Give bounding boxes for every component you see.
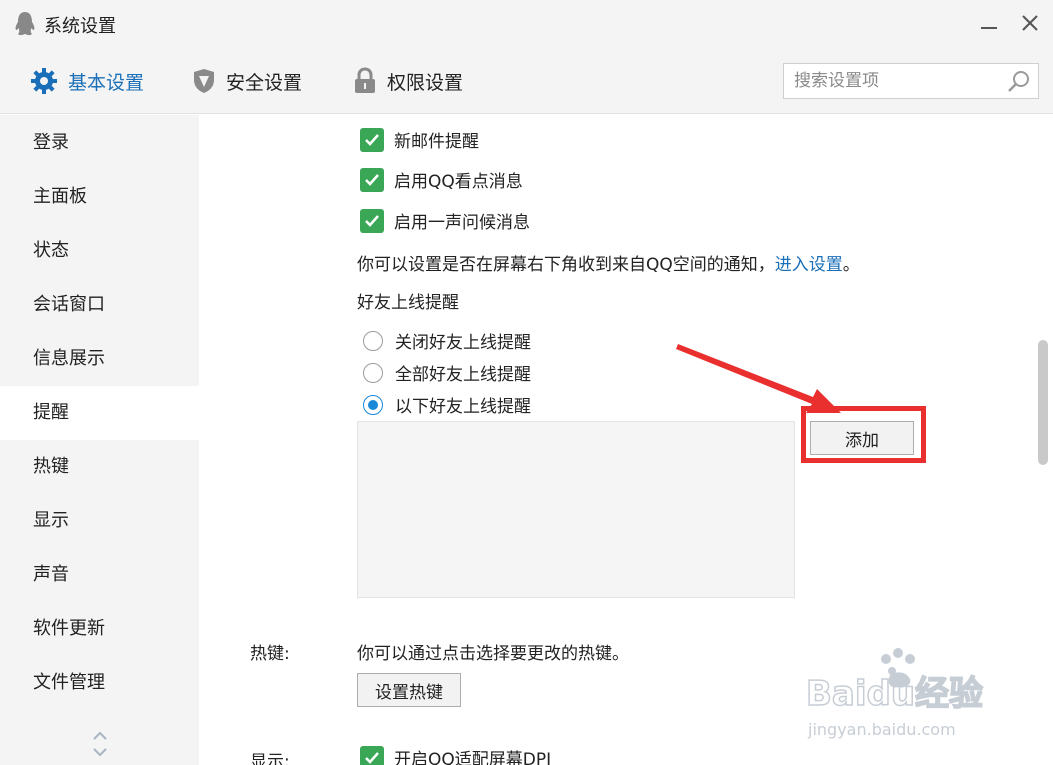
check-icon	[365, 751, 379, 764]
sidebar-item-label: 提醒	[33, 402, 69, 423]
close-icon[interactable]	[1017, 10, 1045, 38]
watermark-brand: Baidu经验	[806, 674, 983, 714]
qq-logo-icon	[15, 12, 35, 36]
lock-icon	[355, 67, 375, 93]
watermark-url: jingyan.baidu.com	[807, 720, 956, 739]
settings-window: 系统设置 基本设置 安全设置 权限设置 搜索设置项 登录 主面板 状态 会话窗口…	[0, 0, 1053, 765]
sidebar-item-label: 信息展示	[33, 348, 105, 369]
set-hotkey-button[interactable]: 设置热键	[357, 673, 461, 707]
radio-label: 关闭好友上线提醒	[395, 333, 531, 353]
sidebar-item-label: 显示	[33, 510, 69, 531]
dpi-adapt-option[interactable]: 开启QQ适配屏幕DPI	[360, 745, 551, 765]
checkbox-label: 启用一声问候消息	[394, 213, 530, 233]
radio-button-checked[interactable]	[363, 394, 383, 415]
radio-button[interactable]	[363, 362, 383, 383]
checkbox-checked[interactable]	[360, 745, 384, 765]
sidebar: 登录 主面板 状态 会话窗口 信息展示 提醒 热键 显示 声音 软件更新 文件管…	[0, 115, 199, 765]
sidebar-item-label: 文件管理	[33, 672, 105, 693]
gear-icon	[31, 68, 57, 94]
check-icon	[365, 133, 379, 146]
content-scrollbar[interactable]	[1034, 115, 1053, 765]
search-box	[783, 63, 1039, 99]
sidebar-item-display[interactable]: 显示	[0, 494, 199, 548]
check-icon	[365, 173, 379, 186]
radio-option-off[interactable]: 关闭好友上线提醒	[363, 328, 531, 353]
hotkey-section-label: 热键:	[250, 644, 290, 664]
radio-option-selected-friends[interactable]: 以下好友上线提醒	[363, 392, 531, 417]
check-icon	[365, 214, 379, 227]
friend-list-box[interactable]	[357, 421, 795, 598]
minimize-icon[interactable]	[976, 10, 1004, 38]
annotation-highlight-box	[801, 406, 926, 463]
checkbox-checked[interactable]	[360, 167, 384, 192]
radio-button[interactable]	[363, 330, 383, 351]
checkbox-checked[interactable]	[360, 208, 384, 233]
sidebar-item-software-update[interactable]: 软件更新	[0, 602, 199, 656]
greeting-message-option[interactable]: 启用一声问候消息	[360, 208, 530, 233]
radio-label: 以下好友上线提醒	[395, 397, 531, 417]
baidu-jingyan-watermark-icon: Baidu经验 jingyan.baidu.com	[806, 648, 984, 739]
sidebar-item-label: 声音	[33, 564, 69, 585]
sidebar-scroll-arrows-icon[interactable]	[90, 727, 110, 761]
hotkey-description: 你可以通过点击选择要更改的热键。	[357, 644, 629, 664]
sidebar-item-chat-window[interactable]: 会话窗口	[0, 278, 199, 332]
search-input[interactable]	[794, 64, 994, 98]
sidebar-item-login[interactable]: 登录	[0, 116, 199, 170]
tab-permission-settings[interactable]: 权限设置	[353, 48, 463, 114]
tab-permission-settings-label: 权限设置	[387, 71, 464, 94]
tab-basic-settings-label: 基本设置	[68, 71, 145, 94]
sidebar-item-label: 主面板	[33, 186, 87, 207]
tab-basic-settings[interactable]: 基本设置	[30, 48, 144, 114]
sidebar-item-hotkeys[interactable]: 热键	[0, 440, 199, 494]
sidebar-item-status[interactable]: 状态	[0, 224, 199, 278]
radio-label: 全部好友上线提醒	[395, 365, 531, 385]
enter-settings-link[interactable]: 进入设置	[775, 250, 843, 275]
window-title: 系统设置	[44, 16, 116, 37]
scrollbar-thumb[interactable]	[1038, 340, 1048, 465]
sidebar-item-label: 软件更新	[33, 618, 105, 639]
qzone-notice-end: 。	[842, 255, 860, 275]
checkbox-label: 开启QQ适配屏幕DPI	[394, 750, 552, 765]
sidebar-item-sound[interactable]: 声音	[0, 548, 199, 602]
checkbox-label: 新邮件提醒	[394, 132, 479, 152]
sidebar-item-label: 登录	[33, 132, 69, 153]
sidebar-item-label: 热键	[33, 456, 69, 477]
qzone-notice-text: 你可以设置是否在屏幕右下角收到来自QQ空间的通知，	[357, 255, 775, 275]
friend-online-title: 好友上线提醒	[357, 293, 459, 313]
radio-option-all[interactable]: 全部好友上线提醒	[363, 360, 531, 385]
checkbox-label: 启用QQ看点消息	[394, 172, 523, 192]
top-tab-bar: 基本设置 安全设置 权限设置	[0, 48, 1053, 114]
sidebar-item-label: 会话窗口	[33, 294, 105, 315]
qzone-notice: 你可以设置是否在屏幕右下角收到来自QQ空间的通知， 进入设置。	[357, 250, 860, 275]
sidebar-item-info-display[interactable]: 信息展示	[0, 332, 199, 386]
sidebar-item-reminder[interactable]: 提醒	[0, 386, 199, 440]
checkbox-checked[interactable]	[360, 127, 384, 152]
tab-security-settings[interactable]: 安全设置	[192, 48, 302, 114]
tab-security-settings-label: 安全设置	[226, 71, 303, 94]
qq-kandian-option[interactable]: 启用QQ看点消息	[360, 167, 523, 192]
sidebar-item-main-panel[interactable]: 主面板	[0, 170, 199, 224]
shield-icon	[194, 69, 214, 93]
new-mail-reminder-option[interactable]: 新邮件提醒	[360, 127, 479, 152]
search-icon[interactable]	[1006, 69, 1032, 95]
display-section-label: 显示:	[250, 752, 290, 765]
title-bar: 系统设置	[0, 0, 1053, 48]
sidebar-item-label: 状态	[33, 240, 69, 261]
sidebar-item-file-management[interactable]: 文件管理	[0, 656, 199, 710]
